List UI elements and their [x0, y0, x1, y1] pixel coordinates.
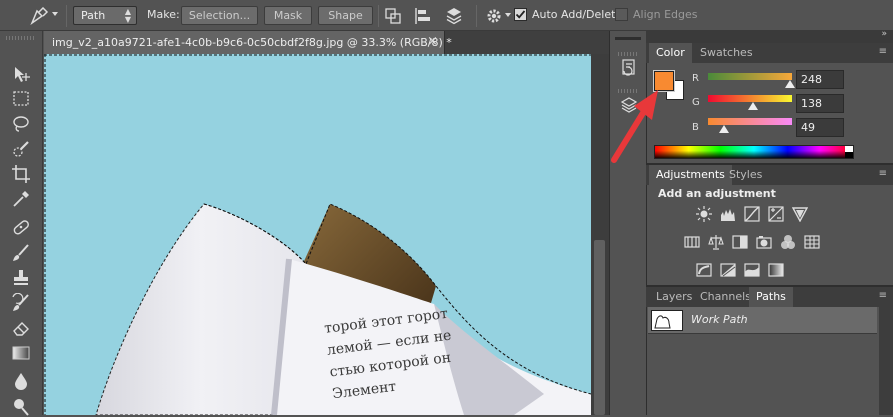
clone-stamp-tool-icon[interactable]	[11, 268, 31, 288]
select-updown-icon: ▲ ▼	[124, 7, 131, 24]
panel-menu-icon[interactable]: ≡	[879, 290, 887, 301]
green-value-field[interactable]: 138	[796, 94, 844, 113]
paths-scrollbar[interactable]	[879, 307, 893, 415]
auto-add-delete-label: Auto Add/Delete	[532, 8, 623, 21]
tool-preset-caret-icon[interactable]	[52, 12, 58, 16]
brush-tool-icon[interactable]	[11, 243, 31, 263]
photo-filter-icon[interactable]	[756, 234, 772, 250]
checkmark-icon	[515, 10, 526, 19]
hue-saturation-icon[interactable]	[684, 234, 700, 250]
gradient-map-icon[interactable]	[768, 262, 784, 278]
channel-label-r: R	[692, 73, 699, 84]
levels-icon[interactable]	[720, 206, 736, 222]
tab-layers[interactable]: Layers	[649, 287, 699, 307]
layers-panel-tabs: Layers Channels Paths ≡	[646, 287, 893, 307]
eyedropper-tool-icon[interactable]	[11, 189, 31, 209]
move-tool-icon[interactable]	[11, 65, 31, 85]
pen-tool-icon[interactable]	[28, 7, 50, 25]
make-label: Make:	[147, 8, 180, 21]
adjustments-heading: Add an adjustment	[658, 187, 776, 200]
path-thumbnail-shape	[654, 315, 671, 329]
tab-paths[interactable]: Paths	[749, 287, 793, 307]
document-tab[interactable]: img_v2_a10a9721-afe1-4c0b-b9c6-0c50cbdf2…	[44, 31, 452, 54]
tab-color[interactable]: Color	[649, 43, 692, 63]
color-panel-tabs: Color Swatches ≡	[646, 43, 893, 63]
gear-icon[interactable]	[485, 7, 503, 25]
invert-icon[interactable]	[696, 262, 712, 278]
quick-selection-tool-icon[interactable]	[11, 139, 31, 159]
tab-adjustments[interactable]: Adjustments	[649, 165, 732, 185]
make-selection-button[interactable]: Selection...	[181, 6, 258, 25]
path-row-work-path[interactable]: Work Path	[648, 307, 877, 334]
blue-slider-track[interactable]	[708, 118, 792, 125]
path-arrangement-icon[interactable]	[445, 7, 463, 25]
panel-menu-icon[interactable]: ≡	[879, 46, 887, 57]
blue-slider-thumb[interactable]	[719, 125, 730, 133]
red-slider-track[interactable]	[708, 73, 792, 80]
tab-swatches[interactable]: Swatches	[693, 43, 760, 63]
scrollbar-thumb[interactable]	[594, 240, 605, 415]
document-title: img_v2_a10a9721-afe1-4c0b-b9c6-0c50cbdf2…	[52, 36, 452, 49]
path-operations-icon[interactable]	[384, 7, 402, 25]
tools-panel	[0, 31, 43, 417]
history-panel-icon[interactable]	[620, 58, 638, 76]
marquee-tool-icon[interactable]	[11, 89, 31, 109]
collapse-arrows-icon[interactable]: »	[881, 29, 887, 39]
vibrance-icon[interactable]	[792, 206, 808, 222]
eraser-tool-icon[interactable]	[11, 318, 31, 338]
pen-mode-value: Path	[81, 9, 106, 22]
auto-add-delete-checkbox[interactable]	[514, 8, 527, 21]
dodge-tool-icon[interactable]	[11, 397, 31, 417]
color-spectrum-ramp[interactable]	[654, 145, 854, 159]
divider	[476, 5, 477, 27]
divider	[378, 5, 379, 27]
panel-dock-header: »	[646, 29, 893, 43]
book-text: торой этот горот лемой — если не стью ко…	[323, 303, 458, 406]
red-slider-thumb[interactable]	[784, 80, 795, 88]
options-bar: Path ▲ ▼ Make: Selection... Mask Shape Au…	[0, 0, 893, 31]
make-shape-button[interactable]: Shape	[318, 6, 373, 25]
healing-brush-tool-icon[interactable]	[11, 217, 31, 237]
blur-tool-icon[interactable]	[11, 371, 31, 391]
panel-menu-icon[interactable]: ≡	[879, 168, 887, 179]
color-balance-icon[interactable]	[708, 234, 724, 250]
gradient-tool-icon[interactable]	[11, 343, 31, 363]
path-thumbnail	[651, 310, 683, 331]
blue-value-field[interactable]: 49	[796, 118, 844, 137]
close-tab-icon[interactable]: ×	[427, 34, 438, 49]
panel-grip[interactable]	[618, 52, 638, 56]
color-lookup-icon[interactable]	[804, 234, 820, 250]
threshold-icon[interactable]	[744, 262, 760, 278]
curves-icon[interactable]	[744, 206, 760, 222]
gear-caret-icon[interactable]	[505, 13, 511, 17]
make-mask-button[interactable]: Mask	[264, 6, 312, 25]
history-brush-tool-icon[interactable]	[11, 293, 31, 313]
green-slider-thumb[interactable]	[748, 102, 759, 110]
lasso-tool-icon[interactable]	[11, 114, 31, 134]
pen-mode-select[interactable]: Path ▲ ▼	[73, 6, 137, 25]
adjustments-panel-tabs: Adjustments Styles ≡	[646, 165, 893, 185]
crop-tool-icon[interactable]	[11, 164, 31, 184]
align-edges-label: Align Edges	[633, 8, 698, 21]
ramp-black-chip[interactable]	[845, 152, 853, 158]
divider	[66, 5, 67, 27]
channel-label-b: B	[692, 122, 699, 133]
annotation-arrow-icon	[611, 90, 658, 163]
channel-mixer-icon[interactable]	[780, 234, 796, 250]
photo-book	[44, 54, 591, 415]
posterize-icon[interactable]	[720, 262, 736, 278]
align-edges-checkbox[interactable]	[615, 8, 628, 21]
red-value-field[interactable]: 248	[796, 70, 844, 89]
green-slider-track[interactable]	[708, 95, 792, 102]
strip-top-bar	[615, 37, 641, 40]
panel-grip[interactable]	[6, 36, 36, 40]
channel-label-g: G	[692, 97, 700, 108]
exposure-icon[interactable]	[768, 206, 784, 222]
brightness-contrast-icon[interactable]	[696, 206, 712, 222]
document-canvas[interactable]: торой этот горот лемой — если не стью ко…	[44, 54, 591, 415]
tab-styles[interactable]: Styles	[722, 165, 769, 185]
black-white-icon[interactable]	[732, 234, 748, 250]
path-alignment-icon[interactable]	[414, 7, 432, 25]
path-name: Work Path	[691, 313, 748, 326]
